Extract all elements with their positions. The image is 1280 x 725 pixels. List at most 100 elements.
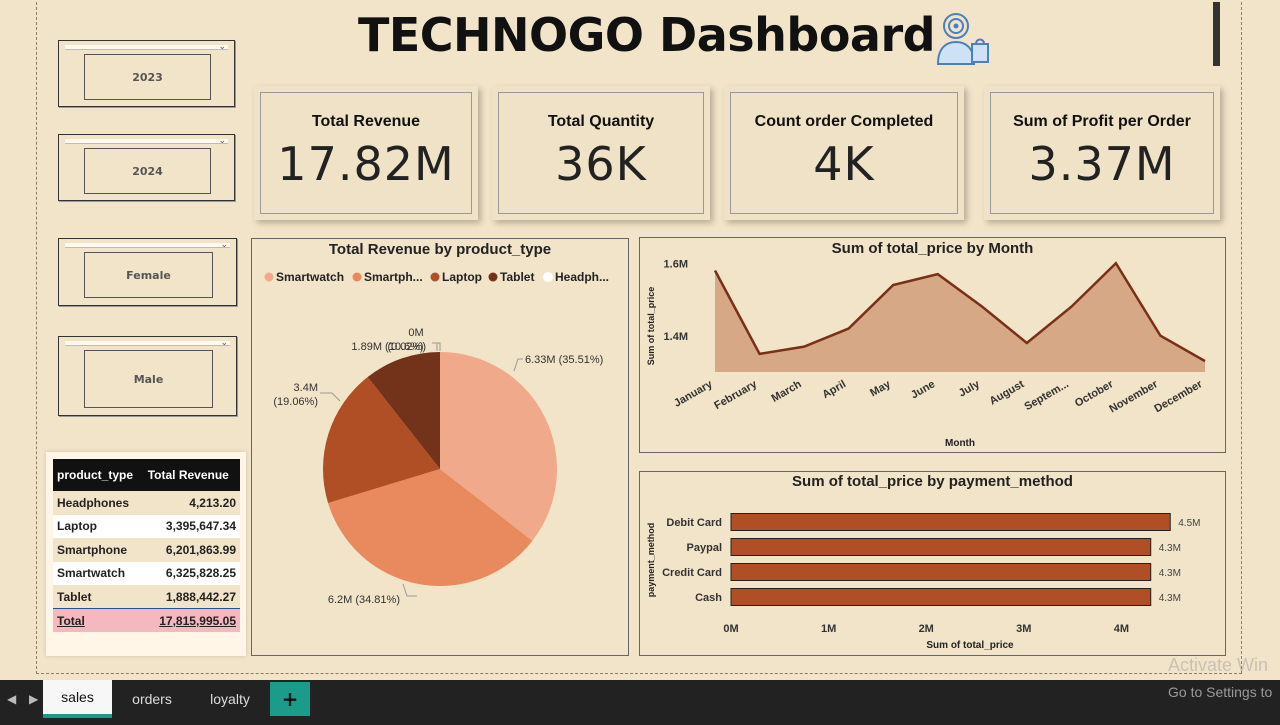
table-total-row[interactable]: Total 17,815,995.05 <box>53 608 240 632</box>
slicer-year-2023[interactable]: ⌄ 2023 <box>58 40 235 107</box>
x-tick-label: 2M <box>919 623 934 635</box>
table-cell: 3,395,647.34 <box>143 514 240 538</box>
pie-data-label: 6.2M (34.81%) <box>328 594 400 606</box>
y-axis-label: Sum of total_price <box>646 287 656 366</box>
x-tick-label: 0M <box>723 623 738 635</box>
y-tick-label: 1.4M <box>664 331 688 343</box>
table-cell: Tablet <box>53 585 144 609</box>
pie-chart-panel[interactable]: Total Revenue by product_type Smartwatch… <box>251 238 629 656</box>
next-page-icon[interactable]: ▶ <box>29 692 38 706</box>
slicer-gender-female[interactable]: ⌄ Female <box>58 238 237 306</box>
x-tick-label: January <box>672 378 715 410</box>
pie-data-label: 1.89M <box>351 341 382 353</box>
x-tick-label: Septem... <box>1023 378 1071 413</box>
y-axis-label: payment_method <box>646 523 656 598</box>
x-tick-label: February <box>712 378 760 412</box>
x-tick-label: April <box>820 378 848 401</box>
kpi-count-order-completed[interactable]: Count order Completed 4K <box>724 86 964 220</box>
table-row[interactable]: Tablet 1,888,442.27 <box>53 585 240 609</box>
table-cell: 6,325,828.25 <box>143 561 240 585</box>
pie-data-label: 3.4M <box>294 382 318 394</box>
tab-loyalty[interactable]: loyalty <box>194 680 266 718</box>
x-tick-label: 3M <box>1016 623 1031 635</box>
bar-data-label: 4.3M <box>1159 593 1181 604</box>
x-tick-label: May <box>868 378 893 400</box>
table-header-row: product_type Total Revenue <box>53 459 240 491</box>
slicer-header <box>65 341 230 346</box>
kpi-value: 17.82M <box>277 137 455 191</box>
table-row[interactable]: Headphones 4,213.20 <box>53 491 240 515</box>
y-tick-label: 1.6M <box>664 258 688 270</box>
tab-sales[interactable]: sales <box>43 680 112 718</box>
table-cell: 1,888,442.27 <box>143 585 240 609</box>
bar-cash <box>730 588 1152 606</box>
bar-data-label: 4.3M <box>1159 543 1181 554</box>
slicer-value[interactable]: Male <box>84 350 213 408</box>
page-tab-bar: ◀ ▶ sales orders loyalty + <box>0 680 1280 725</box>
kpi-label: Sum of Profit per Order <box>1013 113 1191 130</box>
bar-credit-card <box>730 563 1152 581</box>
slicer-year-2024[interactable]: ⌄ 2024 <box>58 134 235 201</box>
x-tick-label: March <box>770 378 804 405</box>
area-chart[interactable]: 1.4M 1.6M JanuaryFebruary March April May June… <box>640 238 1225 452</box>
legend-marker <box>543 272 553 282</box>
chevron-down-icon[interactable]: ⌄ <box>218 42 226 52</box>
page-title: TECHNOGO Dashboard <box>358 8 936 62</box>
activation-watermark-settings: Go to Settings to <box>1168 684 1273 700</box>
revenue-table[interactable]: product_type Total Revenue Headphones 4,… <box>46 452 246 656</box>
legend-label: Headph... <box>555 270 609 284</box>
legend-marker <box>430 272 440 282</box>
pie-data-label: 0M <box>408 327 423 339</box>
slicer-value[interactable]: Female <box>84 252 213 298</box>
legend-label: Tablet <box>500 270 534 284</box>
table-row[interactable]: Smartphone 6,201,863.99 <box>53 538 240 562</box>
legend-marker <box>352 272 362 282</box>
pie-chart[interactable]: Smartwatch Smartph... Laptop Tablet Headph..… <box>252 239 628 655</box>
kpi-value: 3.37M <box>1028 137 1176 191</box>
tab-orders[interactable]: orders <box>118 680 186 718</box>
column-header[interactable]: product_type <box>53 459 144 491</box>
kpi-label: Total Quantity <box>547 113 655 130</box>
column-header[interactable]: Total Revenue <box>143 459 240 491</box>
leader-line <box>402 583 417 597</box>
bar-data-label: 4.5M <box>1178 518 1200 529</box>
table-cell: Smartwatch <box>53 561 144 585</box>
slicer-header <box>65 243 230 248</box>
x-tick-label: November <box>1107 378 1160 416</box>
x-tick-label: August <box>988 378 1027 408</box>
slicer-value[interactable]: 2024 <box>84 148 211 194</box>
legend-label: Smartwatch <box>276 270 344 284</box>
leader-line <box>513 358 523 372</box>
kpi-sum-profit-per-order[interactable]: Sum of Profit per Order 3.37M <box>984 86 1220 220</box>
legend-marker <box>488 272 498 282</box>
activation-watermark: Activate Win <box>1168 655 1269 675</box>
leader-line <box>432 342 438 351</box>
table-cell: 6,201,863.99 <box>143 538 240 562</box>
chevron-down-icon[interactable]: ⌄ <box>220 338 228 348</box>
slicer-gender-male[interactable]: ⌄ Male <box>58 336 237 416</box>
table-row[interactable]: Smartwatch 6,325,828.25 <box>53 561 240 585</box>
x-tick-label: 4M <box>1114 623 1129 635</box>
add-page-button[interactable]: + <box>270 682 310 716</box>
x-axis-label: Month <box>945 438 975 449</box>
slicer-value[interactable]: 2023 <box>84 54 211 100</box>
pie-data-label: 6.33M (35.51%) <box>525 354 603 366</box>
x-tick-label: 1M <box>821 623 836 635</box>
y-tick-label: Paypal <box>687 542 722 554</box>
table-cell: Smartphone <box>53 538 144 562</box>
bar-chart[interactable]: Debit Card 4.5M Paypal 4.3M Credit Card 4.3M C… <box>640 472 1225 655</box>
y-tick-label: Credit Card <box>662 567 722 579</box>
chevron-down-icon[interactable]: ⌄ <box>220 240 228 250</box>
area-chart-panel[interactable]: Sum of total_price by Month 1.4M 1.6M Janu… <box>639 237 1226 453</box>
user-target-icon <box>936 13 989 65</box>
bar-paypal <box>730 538 1152 556</box>
kpi-total-quantity[interactable]: Total Quantity 36K <box>492 86 710 220</box>
legend-label: Laptop <box>442 270 482 284</box>
kpi-total-revenue[interactable]: Total Revenue 17.82M <box>254 86 478 220</box>
bar-chart-panel[interactable]: Sum of total_price by payment_method Deb… <box>639 471 1226 656</box>
table-row[interactable]: Laptop 3,395,647.34 <box>53 514 240 538</box>
table-cell: Laptop <box>53 514 144 538</box>
leader-line <box>320 392 341 402</box>
prev-page-icon[interactable]: ◀ <box>7 692 16 706</box>
chevron-down-icon[interactable]: ⌄ <box>218 136 226 146</box>
